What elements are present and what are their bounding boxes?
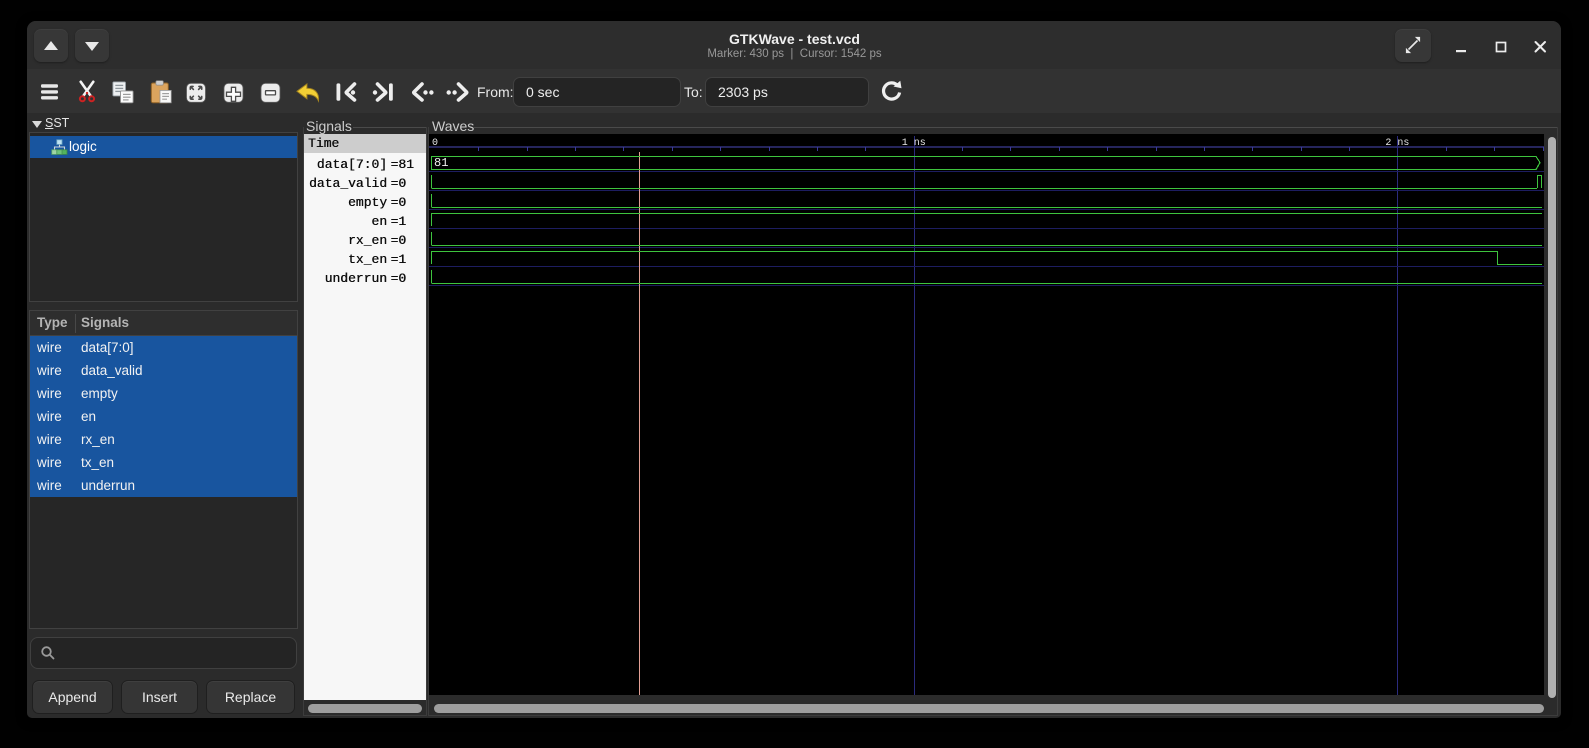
svg-text:81: 81 [434,156,448,170]
svg-text:0: 0 [432,138,438,149]
svg-text:2 ns: 2 ns [1385,138,1409,149]
svg-text:1 ns: 1 ns [902,138,926,149]
